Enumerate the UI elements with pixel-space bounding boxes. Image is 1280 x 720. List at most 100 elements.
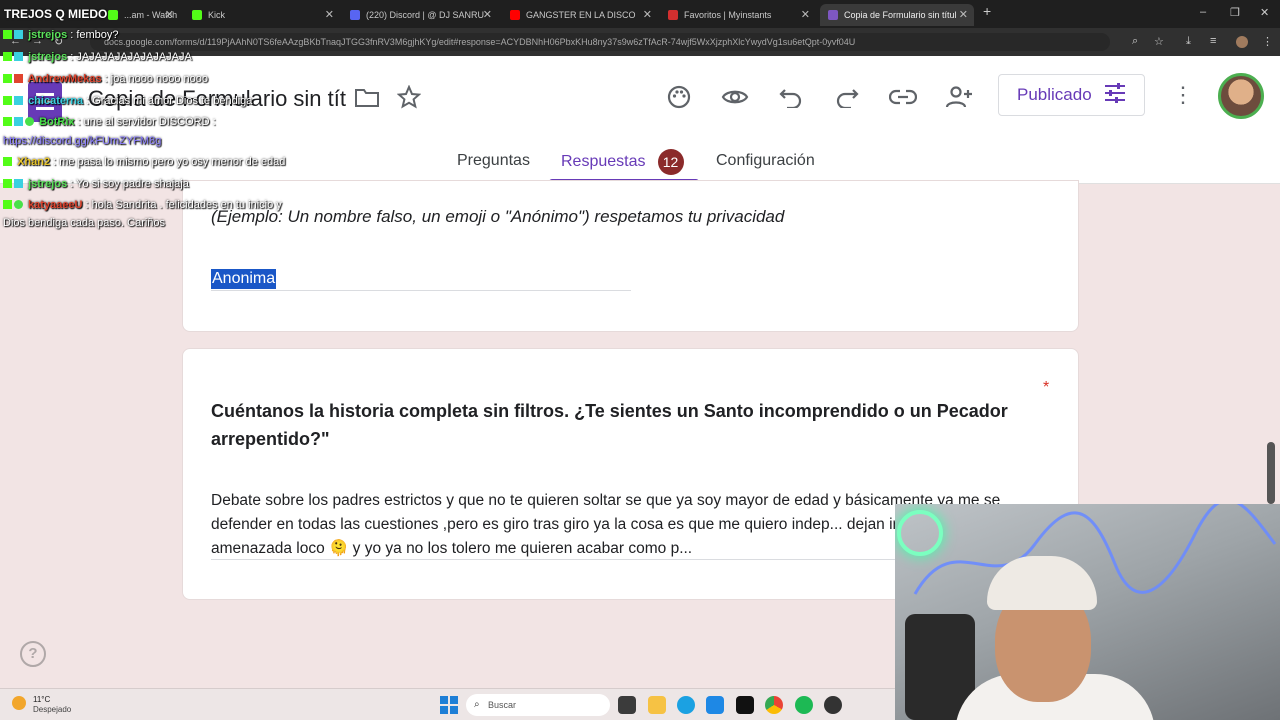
file-explorer-icon[interactable] <box>648 696 666 714</box>
short-answer-value[interactable]: Anonima <box>211 269 277 289</box>
chat-message: jstrejos: femboy? <box>3 29 119 41</box>
app-y-icon[interactable] <box>736 696 754 714</box>
close-tab-icon[interactable]: ✕ <box>801 8 810 21</box>
kick-favicon-icon <box>192 10 202 20</box>
weather-moon-icon[interactable] <box>12 696 26 710</box>
folder-icon[interactable] <box>352 82 382 112</box>
browser-address-bar: ← → ↻ docs.google.com/forms/d/119PjAAhN0… <box>0 28 1280 56</box>
browser-tab[interactable]: GANGSTER EN LA DISCO ✕ <box>502 4 658 26</box>
chat-username[interactable]: jstrejos <box>28 29 67 41</box>
browser-tab[interactable]: (220) Discord | @ DJ SANRU ✕ <box>342 4 498 26</box>
media-control-icon[interactable]: ≡ <box>1210 35 1216 47</box>
chat-message: AndrewMekas: joa nooo nooo nooo <box>3 73 208 85</box>
browser-tab[interactable]: ...am - Watch Live o ✕ <box>100 4 180 26</box>
chat-message-continued: Dios bendiga cada paso. Cariños <box>3 217 165 229</box>
chat-message: Xhan2: me pasa lo mismo pero yo osy meno… <box>3 156 285 168</box>
chat-text: : femboy? <box>70 29 119 41</box>
star-icon[interactable] <box>394 82 424 112</box>
chat-text: : hola Sandrita . felicidades en tu inic… <box>85 199 282 211</box>
tab-label: Favoritos | Myinstants <box>684 10 772 20</box>
browser-tab-active[interactable]: Copia de Formulario sin título ✕ <box>820 4 974 26</box>
browser-tab[interactable]: Kick ✕ <box>184 4 340 26</box>
close-tab-icon[interactable]: ✕ <box>325 8 334 21</box>
taskbar-search-placeholder: Buscar <box>488 700 517 710</box>
tab-label: GANGSTER EN LA DISCO <box>526 10 636 20</box>
responses-count-badge: 12 <box>657 149 684 175</box>
chat-text: : JAJAJAJAJAJAJAJAJA <box>70 51 192 63</box>
chat-message: jstrejos: Yo si soy padre shajaja <box>3 178 189 190</box>
question-description: (Ejemplo: Un nombre falso, un emoji o "A… <box>211 207 785 226</box>
chat-link[interactable]: https://discord.gg/kFUmZYFM8g <box>3 135 161 147</box>
chat-username[interactable]: jstrejos <box>28 178 67 190</box>
close-tab-icon[interactable]: ✕ <box>165 8 174 21</box>
account-avatar[interactable] <box>1218 73 1264 119</box>
close-tab-icon[interactable]: ✕ <box>483 8 492 21</box>
chat-username[interactable]: Xhan2 <box>17 156 50 168</box>
publish-button[interactable]: Publicado <box>998 74 1145 116</box>
tab-label: Copia de Formulario sin título <box>844 10 956 20</box>
url-field[interactable]: docs.google.com/forms/d/119PjAAhN0TS6feA… <box>90 33 1110 51</box>
tune-icon <box>1104 82 1126 108</box>
zoom-icon[interactable]: ⌕ <box>1132 35 1138 48</box>
chrome-icon[interactable] <box>765 696 783 714</box>
tab-responses[interactable]: Respuestas 12 <box>561 149 684 175</box>
spotify-icon[interactable] <box>795 696 813 714</box>
weather-temperature[interactable]: 11°C <box>33 695 50 704</box>
discord-favicon-icon <box>350 10 360 20</box>
add-person-icon[interactable] <box>944 82 974 112</box>
edge-icon[interactable] <box>677 696 695 714</box>
close-window-icon[interactable]: ✕ <box>1260 6 1269 19</box>
task-view-icon[interactable] <box>618 696 636 714</box>
profile-avatar-icon[interactable] <box>1236 36 1248 48</box>
store-icon[interactable] <box>706 696 724 714</box>
weather-description[interactable]: Despejado <box>33 705 71 714</box>
publish-label: Publicado <box>1017 85 1092 104</box>
browser-menu-icon[interactable]: ⋮ <box>1262 35 1273 48</box>
chat-username[interactable]: AndrewMekas <box>28 73 102 85</box>
download-icon[interactable]: ⤓ <box>1186 35 1191 48</box>
bookmark-star-icon[interactable]: ☆ <box>1154 35 1164 48</box>
required-asterisk: * <box>1043 379 1050 396</box>
forms-favicon-icon <box>828 10 838 20</box>
stream-title: TREJOS Q MIEDO <box>4 7 108 21</box>
more-vert-icon[interactable]: ⋮ <box>1172 82 1194 108</box>
tab-questions[interactable]: Preguntas <box>457 152 530 170</box>
chat-username[interactable]: chicaterna <box>28 95 83 107</box>
redo-icon[interactable] <box>832 82 862 112</box>
chat-message: katyaaeeU: hola Sandrita . felicidades e… <box>3 199 282 211</box>
tab-settings[interactable]: Configuración <box>716 152 815 170</box>
palette-icon[interactable] <box>664 82 694 112</box>
taskbar-search[interactable]: ⌕ Buscar <box>466 694 610 716</box>
close-tab-icon[interactable]: ✕ <box>643 8 652 21</box>
undo-icon[interactable] <box>776 82 806 112</box>
chat-username[interactable]: jstrejos <box>28 51 67 63</box>
youtube-favicon-icon <box>510 10 520 20</box>
tab-label: Kick <box>208 10 226 20</box>
windows-start-icon[interactable] <box>440 696 458 714</box>
kick-favicon-icon <box>108 10 118 20</box>
response-card: (Ejemplo: Un nombre falso, un emoji o "A… <box>182 180 1079 332</box>
chat-username[interactable]: BotRix <box>39 116 74 128</box>
link-icon[interactable] <box>888 82 918 112</box>
chat-text: Dios bendiga cada paso. Cariños <box>3 217 166 229</box>
chat-text: : Gracias mi amor Dios te bendiga <box>86 95 253 107</box>
close-tab-icon[interactable]: ✕ <box>959 8 968 21</box>
chat-text: : Yo si soy padre shajaja <box>70 178 189 190</box>
tab-responses-label: Respuestas <box>561 153 646 171</box>
chat-username[interactable]: katyaaeeU <box>28 199 82 211</box>
chat-message-continued: https://discord.gg/kFUmZYFM8g <box>3 135 161 147</box>
maximize-icon[interactable]: ❐ <box>1230 6 1240 19</box>
eye-icon[interactable] <box>720 82 750 112</box>
browser-tab[interactable]: Favoritos | Myinstants ✕ <box>660 4 816 26</box>
search-icon: ⌕ <box>474 699 480 710</box>
help-icon[interactable]: ? <box>20 641 46 667</box>
new-tab-icon[interactable]: + <box>983 3 991 19</box>
answer-underline <box>211 290 631 291</box>
obs-icon[interactable] <box>824 696 842 714</box>
chat-text: : joa nooo nooo nooo <box>104 73 209 85</box>
chat-text: : une al servidor DISCORD : <box>77 116 216 128</box>
scrollbar-thumb[interactable] <box>1267 442 1275 504</box>
question-title: Cuéntanos la historia completa sin filtr… <box>211 401 1008 449</box>
webcam-overlay <box>895 504 1280 720</box>
minimize-icon[interactable]: – <box>1200 6 1206 18</box>
